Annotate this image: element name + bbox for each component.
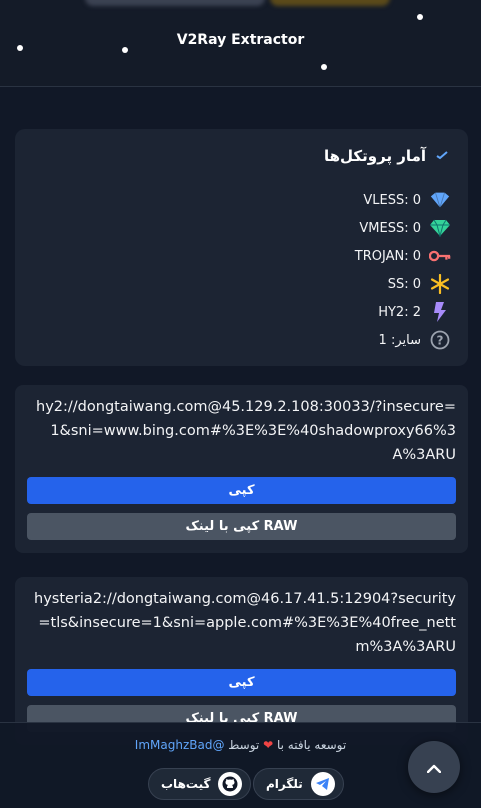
copy-button[interactable]: کپی [27,669,456,696]
key-icon [429,245,451,267]
snowflake-icon [429,273,451,295]
stat-row-vless: VLESS: 0 [363,189,451,211]
telegram-icon [310,772,335,796]
scroll-to-top-button[interactable] [408,741,460,793]
github-button[interactable]: گیت‌هاب [148,768,252,800]
stat-label: VLESS: 0 [363,192,421,208]
config-card: hy2://dongtaiwang.com@45.129.2.108:30033… [15,385,468,553]
github-icon [218,772,243,796]
stat-row-ss: SS: 0 [388,273,451,295]
config-card: hysteria2://dongtaiwang.com@46.17.41.5:1… [15,577,468,745]
copy-raw-button[interactable]: کپی با لینک RAW [27,513,456,540]
stat-row-hy2: HY2: 2 [378,301,451,323]
chart-icon [436,149,448,163]
bolt-icon [429,301,451,323]
star-dot [417,14,423,20]
question-circle-icon: ? [429,329,451,351]
protocol-stats-card: آمار پروتکل‌ها VLESS: 0 VMESS: 0 TROJAN:… [15,129,468,366]
credit-line: توسعه یافته با ❤ توسط @ImMaghzBad [0,738,481,752]
stat-label: سایر: 1 [378,332,421,348]
stat-label: HY2: 2 [378,304,421,320]
heart-icon: ❤ [263,738,274,752]
stat-label: VMESS: 0 [359,220,421,236]
header: V2Ray Extractor [0,0,481,87]
credit-by: توسط [228,738,260,752]
stats-header: آمار پروتکل‌ها [324,147,448,165]
wifi-icon [429,189,451,211]
star-dot [321,64,327,70]
stat-label: SS: 0 [387,276,421,292]
telegram-label: تلگرام [266,777,303,791]
config-link: hysteria2://dongtaiwang.com@46.17.41.5:1… [34,591,456,655]
gem-icon [429,217,451,239]
stats-title: آمار پروتکل‌ها [324,147,426,165]
blurred-background-shape [270,0,390,6]
telegram-button[interactable]: تلگرام [253,768,344,800]
stat-label: TROJAN: 0 [354,248,421,264]
blurred-background-shape [85,0,265,6]
credit-prefix: توسعه یافته با [276,738,347,752]
chevron-up-icon [426,758,442,777]
svg-text:?: ? [437,334,444,348]
github-label: گیت‌هاب [161,777,211,791]
app-title: V2Ray Extractor [176,32,305,48]
stat-row-other: ? سایر: 1 [379,329,451,351]
copy-button[interactable]: کپی [27,477,456,504]
author-handle-link[interactable]: @ImMaghzBad [135,738,225,752]
config-link: hy2://dongtaiwang.com@45.129.2.108:30033… [36,399,456,463]
stat-row-trojan: TROJAN: 0 [355,245,451,267]
stat-row-vmess: VMESS: 0 [359,217,451,239]
